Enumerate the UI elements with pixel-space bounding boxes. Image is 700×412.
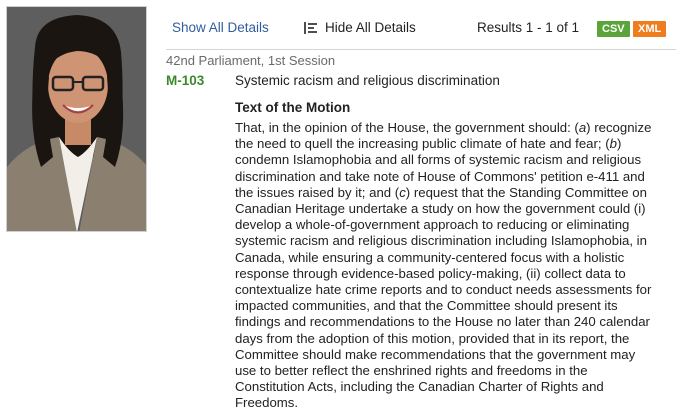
motion-number-link[interactable]: M-103 <box>166 73 204 88</box>
hide-all-details-link[interactable]: Hide All Details <box>303 20 416 35</box>
xml-export-button[interactable]: XML <box>633 21 667 37</box>
member-photo <box>6 6 147 232</box>
show-all-details-link[interactable]: Show All Details <box>172 20 269 35</box>
results-toolbar: Show All Details Hide All Details Result… <box>166 6 676 50</box>
motion-text-segment: That, in the opinion of the House, the g… <box>235 120 579 135</box>
results-count: Results 1 - 1 of 1 <box>477 20 580 35</box>
motion-text-letter-b: b <box>609 136 617 152</box>
csv-export-button[interactable]: CSV <box>597 21 630 37</box>
parliament-session: 42nd Parliament, 1st Session <box>166 53 336 68</box>
motion-text-heading: Text of the Motion <box>235 100 351 115</box>
hide-all-details-label: Hide All Details <box>325 20 416 35</box>
motion-text-body: That, in the opinion of the House, the g… <box>235 120 660 412</box>
collapse-icon <box>303 21 319 35</box>
motion-title: Systemic racism and religious discrimina… <box>235 73 500 88</box>
motion-text-segment: ) request that the Standing Committee on… <box>235 184 652 411</box>
motion-text-letter-c: c <box>399 184 406 200</box>
